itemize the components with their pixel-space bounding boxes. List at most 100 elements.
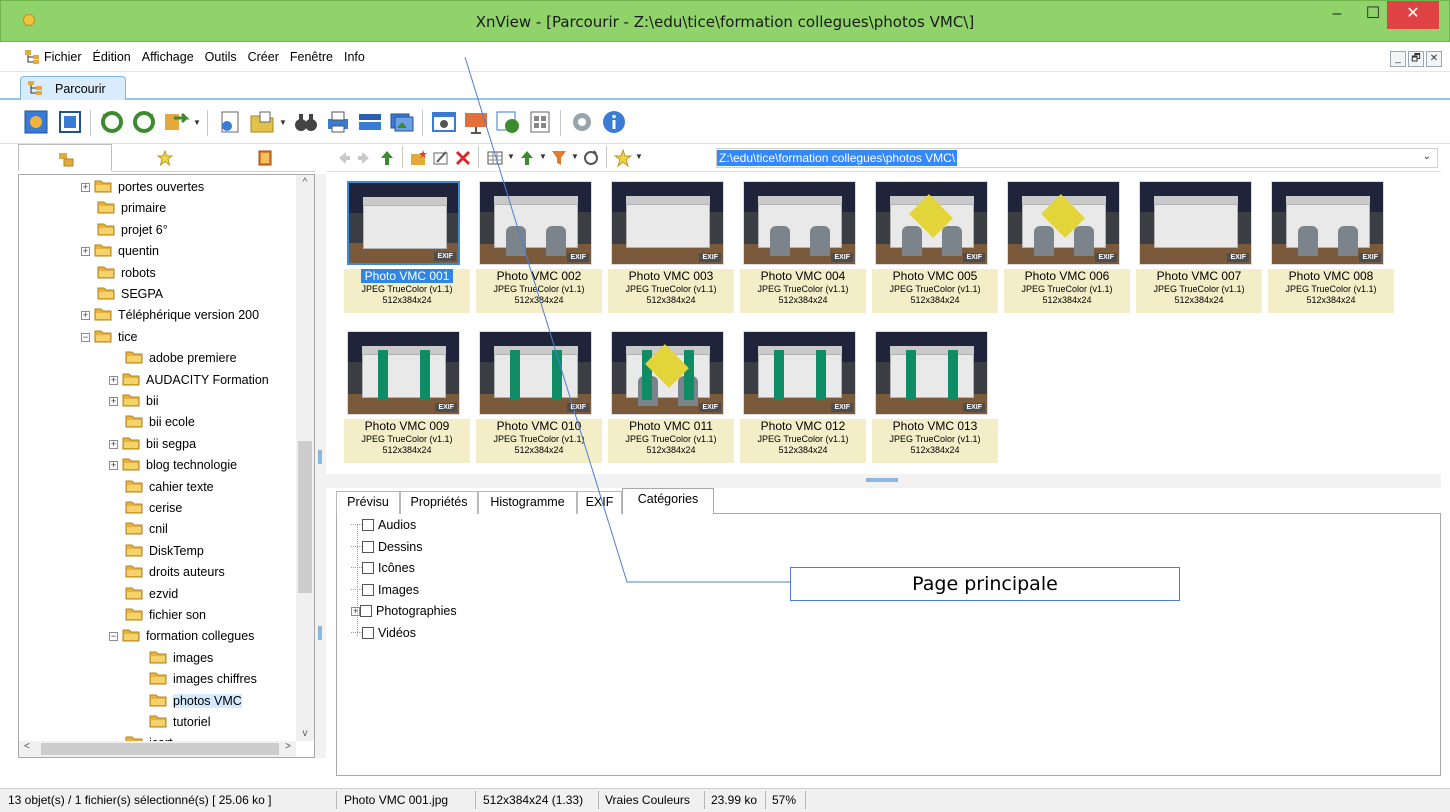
mdi-close-button[interactable]: ✕	[1426, 51, 1442, 67]
tree-folder-item[interactable]: + AUDACITY Formation	[109, 370, 269, 391]
favorite-dropdown-icon[interactable]: ▼	[635, 152, 643, 161]
category-item[interactable]: + Photographies	[351, 601, 457, 621]
tree-folder-item[interactable]: photos VMC	[149, 691, 242, 712]
tab-categories-filter[interactable]	[218, 144, 312, 172]
scanner-icon[interactable]	[356, 108, 384, 136]
tree-folder-item[interactable]: + bii	[109, 391, 159, 412]
menu-creer[interactable]: Créer	[248, 50, 279, 64]
expand-icon[interactable]: +	[351, 607, 360, 616]
slideshow-images-icon[interactable]	[388, 108, 416, 136]
tree-folder-item[interactable]: adobe premiere	[125, 348, 237, 369]
tab-histogramme[interactable]: Histogramme	[478, 491, 577, 514]
tree-folder-item[interactable]: + bii segpa	[109, 434, 196, 455]
expand-icon[interactable]: +	[81, 247, 90, 257]
tree-folder-item[interactable]: primaire	[97, 198, 166, 219]
web-page-icon[interactable]	[494, 108, 522, 136]
browse-tree-icon[interactable]	[24, 49, 40, 65]
rename-icon[interactable]	[432, 149, 450, 167]
tree-folder-item[interactable]: + Téléphérique version 200	[81, 305, 259, 326]
collapse-icon[interactable]: −	[81, 332, 90, 342]
sort-icon[interactable]	[518, 149, 536, 167]
expand-icon[interactable]: +	[81, 311, 90, 321]
scroll-down-icon[interactable]: v	[296, 728, 314, 739]
tree-folder-item[interactable]: fichier son	[125, 605, 206, 626]
tree-folder-item[interactable]: − formation collegues	[109, 626, 254, 647]
category-checkbox[interactable]	[362, 626, 374, 639]
category-item[interactable]: Dessins	[351, 537, 422, 557]
tab-parcourir[interactable]: Parcourir	[20, 76, 126, 100]
collapse-icon[interactable]: −	[109, 632, 118, 642]
batch-dropdown-icon[interactable]: ▼	[193, 118, 201, 127]
tab-exif[interactable]: EXIF	[577, 491, 622, 514]
tab-categories[interactable]: Catégories	[622, 488, 714, 514]
menu-affichage[interactable]: Affichage	[142, 50, 194, 64]
tab-folders[interactable]	[18, 144, 112, 172]
title-bar[interactable]: XnView - [Parcourir - Z:\edu\tice\format…	[0, 0, 1450, 42]
tree-folder-item[interactable]: robots	[97, 263, 156, 284]
info-icon[interactable]	[600, 108, 628, 136]
address-dropdown-icon[interactable]: ⌄	[1423, 151, 1431, 162]
tree-folder-item[interactable]: icart	[125, 733, 173, 741]
expand-icon[interactable]: +	[81, 183, 90, 192]
tree-folder-item[interactable]: DiskTemp	[125, 541, 204, 562]
back-arrow-icon[interactable]	[334, 149, 352, 167]
tab-proprietes[interactable]: Propriétés	[400, 491, 478, 514]
capture-icon[interactable]	[216, 108, 244, 136]
expand-icon[interactable]: +	[109, 439, 118, 449]
tree-folder-item[interactable]: + blog technologie	[109, 455, 237, 476]
mdi-minimize-button[interactable]: _	[1390, 51, 1406, 67]
menu-info[interactable]: Info	[344, 50, 365, 64]
print-icon[interactable]	[324, 108, 352, 136]
fullscreen-icon[interactable]	[56, 108, 84, 136]
view-mode-dropdown-icon[interactable]: ▼	[507, 152, 515, 161]
view-image-icon[interactable]	[22, 108, 50, 136]
tree-horizontal-scrollbar[interactable]: < >	[19, 741, 296, 757]
splitter-grip[interactable]	[318, 626, 322, 640]
category-item[interactable]: Icônes	[351, 558, 415, 578]
close-button[interactable]: ✕	[1387, 1, 1439, 29]
scrollbar-thumb[interactable]	[298, 441, 312, 593]
tree-folder-item[interactable]: ezvid	[125, 584, 178, 605]
expand-icon[interactable]: +	[109, 461, 118, 471]
menu-fenetre[interactable]: Fenêtre	[290, 50, 333, 64]
category-item[interactable]: Images	[351, 580, 419, 600]
menu-edition[interactable]: Édition	[93, 50, 131, 64]
tree-folder-item[interactable]: tutoriel	[149, 712, 211, 733]
tree-folder-item[interactable]: cerise	[125, 498, 182, 519]
sort-dropdown-icon[interactable]: ▼	[539, 152, 547, 161]
scroll-right-icon[interactable]: >	[285, 741, 291, 752]
tree-folder-item[interactable]: − tice	[81, 327, 137, 348]
vertical-splitter[interactable]	[315, 174, 326, 758]
delete-icon[interactable]	[454, 149, 472, 167]
forward-arrow-icon[interactable]	[356, 149, 374, 167]
tree-folder-item[interactable]: projet 6°	[97, 220, 168, 241]
filter-funnel-icon[interactable]	[550, 149, 568, 167]
tree-folder-item[interactable]: SEGPA	[97, 284, 163, 305]
tree-vertical-scrollbar[interactable]: ^ v	[296, 175, 314, 741]
tree-folder-item[interactable]: + quentin	[81, 241, 159, 262]
screen-capture-icon[interactable]	[430, 108, 458, 136]
tree-folder-item[interactable]: cahier texte	[125, 477, 214, 498]
new-folder-icon[interactable]	[410, 149, 428, 167]
scroll-up-icon[interactable]: ^	[296, 177, 314, 188]
tab-previsu[interactable]: Prévisu	[336, 491, 400, 514]
rotate-left-icon[interactable]	[98, 108, 126, 136]
splitter-grip[interactable]	[866, 478, 898, 482]
tree-folder-item[interactable]: bii ecole	[125, 412, 195, 433]
slideshow-icon[interactable]	[462, 108, 490, 136]
refresh-icon[interactable]	[582, 149, 600, 167]
category-checkbox[interactable]	[362, 540, 374, 553]
rotate-right-icon[interactable]	[130, 108, 158, 136]
category-checkbox[interactable]	[362, 519, 374, 531]
tree-folder-item[interactable]: images	[149, 648, 213, 669]
category-checkbox[interactable]	[360, 605, 372, 617]
gear-icon[interactable]	[568, 108, 596, 136]
contact-sheet-icon[interactable]	[526, 108, 554, 136]
category-checkbox[interactable]	[362, 583, 374, 596]
tab-favorites[interactable]	[118, 144, 212, 172]
expand-icon[interactable]: +	[109, 397, 118, 406]
address-input[interactable]: Z:\edu\tice\formation collegues\photos V…	[716, 148, 1438, 168]
view-mode-icon[interactable]	[486, 149, 504, 167]
search-binoculars-icon[interactable]	[292, 108, 320, 136]
mdi-restore-button[interactable]: 🗗	[1408, 51, 1424, 67]
